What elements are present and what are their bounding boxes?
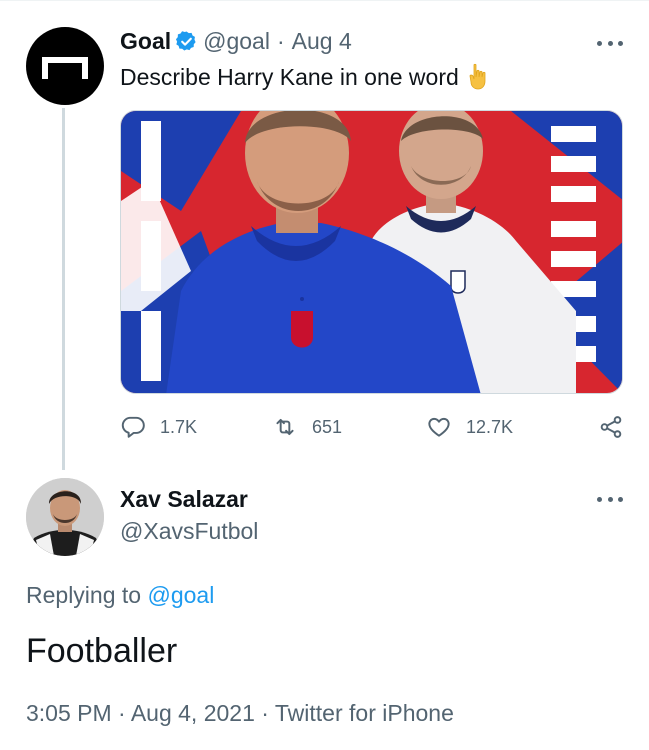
profile-photo [26, 478, 104, 556]
reply-author-name[interactable]: Xav Salazar [120, 486, 248, 513]
verified-badge-icon [176, 31, 196, 51]
reply-count: 1.7K [160, 416, 198, 437]
kane-poster-illustration [121, 111, 622, 393]
reply-timestamp[interactable]: 3:05 PM · Aug 4, 2021 · Twitter for iPho… [26, 700, 454, 727]
author-handle[interactable]: @goal [203, 28, 270, 55]
like-action[interactable]: 12.7K [426, 414, 513, 440]
reply-text: Footballer [26, 632, 178, 670]
goal-avatar[interactable] [26, 27, 104, 105]
heart-icon [428, 417, 450, 437]
thread-connector-line [62, 108, 65, 470]
author-name[interactable]: Goal [120, 28, 171, 55]
replying-to-line: Replying to @goal [26, 582, 214, 609]
pointing-down-emoji-icon [469, 63, 486, 90]
goal-logo-icon [42, 57, 88, 79]
replying-prefix: Replying to [26, 582, 142, 608]
tweet-media-image[interactable] [120, 110, 623, 394]
tweet-date[interactable]: Aug 4 [292, 28, 352, 55]
top-divider [0, 0, 649, 1]
retweet-count: 651 [312, 416, 343, 437]
tweet-header: Goal @goal · Aug 4 [120, 28, 352, 55]
tweet-text: Describe Harry Kane in one word [120, 63, 491, 91]
replying-mention-link[interactable]: @goal [147, 582, 214, 608]
tweet-text-content: Describe Harry Kane in one word [120, 63, 459, 90]
tweet-more-icon[interactable] [597, 38, 623, 48]
share-icon [600, 416, 622, 438]
reply-bubble-icon [121, 416, 145, 438]
share-action[interactable] [598, 414, 624, 440]
separator-dot: · [276, 28, 285, 54]
reply-author-handle[interactable]: @XavsFutbol [120, 518, 258, 545]
reply-more-icon[interactable] [597, 494, 623, 504]
tweet-actions-bar: 1.7K 651 12.7K [120, 414, 625, 446]
retweet-icon [276, 418, 294, 436]
retweet-action[interactable]: 651 [272, 414, 342, 440]
reply-action[interactable]: 1.7K [120, 414, 197, 440]
xav-avatar[interactable] [26, 478, 104, 556]
like-count: 12.7K [466, 416, 514, 437]
